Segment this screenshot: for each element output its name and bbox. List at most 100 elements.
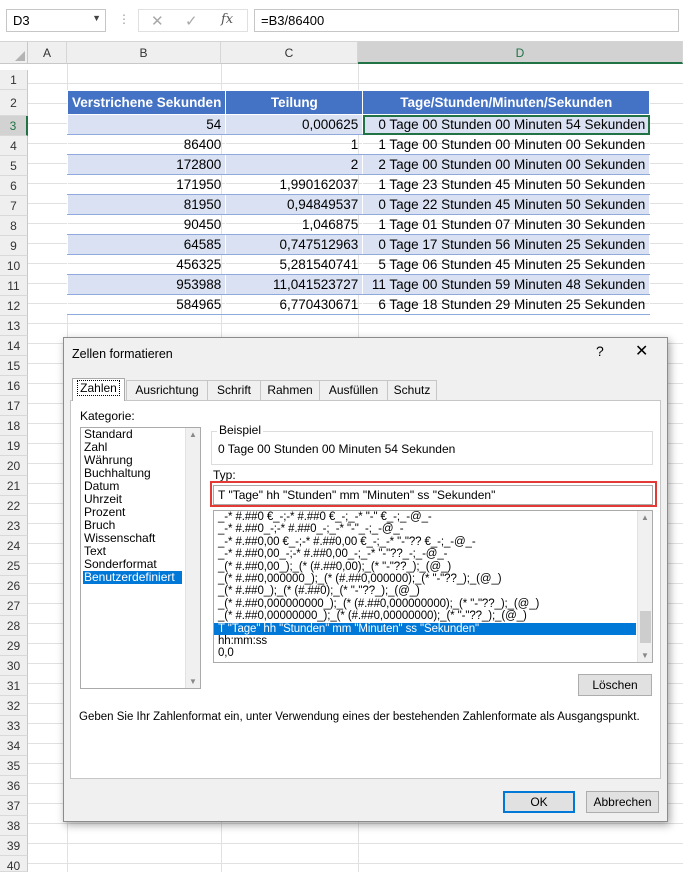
cell-division[interactable]: 0,747512963 xyxy=(225,234,364,255)
cell-duration[interactable]: 11 Tage 00 Stunden 59 Minuten 48 Sekunde… xyxy=(362,274,651,295)
cell-division[interactable]: 0,000625 xyxy=(225,114,364,135)
row-header-18[interactable]: 18 xyxy=(0,416,28,436)
row-header-24[interactable]: 24 xyxy=(0,536,28,556)
header-division[interactable]: Teilung xyxy=(225,90,364,115)
row-header-16[interactable]: 16 xyxy=(0,376,28,396)
row-header-11[interactable]: 11 xyxy=(0,276,28,296)
row-header-12[interactable]: 12 xyxy=(0,296,28,316)
tab-rahmen[interactable]: Rahmen xyxy=(260,380,320,400)
cell-seconds[interactable]: 456325 xyxy=(66,254,227,275)
row-header-19[interactable]: 19 xyxy=(0,436,28,456)
cell-duration[interactable]: 0 Tage 17 Stunden 56 Minuten 25 Sekunden xyxy=(362,234,651,255)
list-item[interactable]: _-* #.##0_-;-* #.##0_-;_-* "-"_-;_-@_- xyxy=(214,523,652,535)
name-box[interactable]: D3 ▼ xyxy=(6,9,106,32)
tab-ausrichtung[interactable]: Ausrichtung xyxy=(126,380,208,400)
cell-division[interactable]: 1 xyxy=(225,134,364,155)
list-item[interactable]: _(* #.##0,00_);_(* (#.##0,00);_(* "-"??_… xyxy=(214,561,652,573)
row-header-4[interactable]: 4 xyxy=(0,136,28,156)
tab-ausfuellen[interactable]: Ausfüllen xyxy=(319,380,388,400)
format-list[interactable]: _-* #.##0 €_-;-* #.##0 €_-;_-* "-" €_-;_… xyxy=(213,510,653,663)
header-seconds[interactable]: Verstrichene Sekunden xyxy=(66,90,227,115)
cell-duration[interactable]: 6 Tage 18 Stunden 29 Minuten 25 Sekunden xyxy=(362,294,651,315)
row-header-17[interactable]: 17 xyxy=(0,396,28,416)
chevron-up-icon[interactable]: ▲ xyxy=(641,513,649,522)
row-header-30[interactable]: 30 xyxy=(0,656,28,676)
list-item[interactable]: 0,0 xyxy=(214,647,652,659)
list-item-selected[interactable]: T "Tage" hh "Stunden" mm "Minuten" ss "S… xyxy=(214,622,636,635)
row-header-39[interactable]: 39 xyxy=(0,836,28,856)
row-header-20[interactable]: 20 xyxy=(0,456,28,476)
row-header-3[interactable]: 3 xyxy=(0,116,28,136)
column-header-c[interactable]: C xyxy=(221,42,358,64)
list-item[interactable]: _(* #.##0,000000_);_(* (#.##0,000000);_(… xyxy=(214,573,652,585)
tab-zahlen[interactable]: Zahlen xyxy=(72,378,125,401)
row-header-23[interactable]: 23 xyxy=(0,516,28,536)
cell-division[interactable]: 0,94849537 xyxy=(225,194,364,215)
cell-duration-active[interactable]: 0 Tage 00 Stunden 00 Minuten 54 Sekunden xyxy=(362,114,651,135)
row-header-34[interactable]: 34 xyxy=(0,736,28,756)
cell-seconds[interactable]: 86400 xyxy=(66,134,227,155)
row-header-29[interactable]: 29 xyxy=(0,636,28,656)
column-header-d[interactable]: D xyxy=(358,42,683,64)
row-header-38[interactable]: 38 xyxy=(0,816,28,836)
list-item[interactable]: _-* #.##0,00 €_-;-* #.##0,00 €_-;_-* "-"… xyxy=(214,536,652,548)
cell-seconds[interactable]: 90450 xyxy=(66,214,227,235)
list-item[interactable]: _-* #.##0,00_-;-* #.##0,00_-;_-* "-"??_-… xyxy=(214,548,652,560)
row-header-13[interactable]: 13 xyxy=(0,316,28,336)
cell-seconds[interactable]: 953988 xyxy=(66,274,227,295)
cell-division[interactable]: 6,770430671 xyxy=(225,294,364,315)
row-header-9[interactable]: 9 xyxy=(0,236,28,256)
cell-division[interactable]: 2 xyxy=(225,154,364,175)
format-scrollbar[interactable]: ▲ ▼ xyxy=(637,511,652,662)
list-item[interactable]: hh:mm:ss xyxy=(214,635,652,647)
delete-button[interactable]: Löschen xyxy=(578,674,652,696)
list-item[interactable]: _(* #.##0,00000000_);_(* (#.##0,00000000… xyxy=(214,610,652,622)
row-header-2[interactable]: 2 xyxy=(0,90,28,116)
row-header-28[interactable]: 28 xyxy=(0,616,28,636)
row-header-15[interactable]: 15 xyxy=(0,356,28,376)
select-all-corner[interactable] xyxy=(0,42,28,64)
cell-seconds[interactable]: 81950 xyxy=(66,194,227,215)
scrollbar-thumb[interactable] xyxy=(640,611,651,643)
row-header-37[interactable]: 37 xyxy=(0,796,28,816)
row-header-36[interactable]: 36 xyxy=(0,776,28,796)
row-header-33[interactable]: 33 xyxy=(0,716,28,736)
column-header-a[interactable]: A xyxy=(28,42,67,64)
cell-seconds[interactable]: 584965 xyxy=(66,294,227,315)
cell-seconds[interactable]: 171950 xyxy=(66,174,227,195)
close-icon[interactable]: ✕ xyxy=(635,341,648,361)
row-header-40[interactable]: 40 xyxy=(0,856,28,873)
cell-duration[interactable]: 0 Tage 22 Stunden 45 Minuten 50 Sekunden xyxy=(362,194,651,215)
list-item[interactable]: _-* #.##0 €_-;-* #.##0 €_-;_-* "-" €_-;_… xyxy=(214,511,652,523)
row-header-31[interactable]: 31 xyxy=(0,676,28,696)
row-header-35[interactable]: 35 xyxy=(0,756,28,776)
cell-division[interactable]: 1,046875 xyxy=(225,214,364,235)
row-header-25[interactable]: 25 xyxy=(0,556,28,576)
row-header-8[interactable]: 8 xyxy=(0,216,28,236)
row-header-10[interactable]: 10 xyxy=(0,256,28,276)
list-item[interactable]: _(* #.##0_);_(* (#.##0);_(* "-"??_);_(@_… xyxy=(214,585,652,597)
ok-button[interactable]: OK xyxy=(503,791,575,813)
header-duration[interactable]: Tage/Stunden/Minuten/Sekunden xyxy=(362,90,651,115)
row-header-27[interactable]: 27 xyxy=(0,596,28,616)
chevron-up-icon[interactable]: ▲ xyxy=(189,430,197,439)
function-icon[interactable]: fx xyxy=(221,12,233,27)
row-header-22[interactable]: 22 xyxy=(0,496,28,516)
cell-duration[interactable]: 1 Tage 01 Stunden 07 Minuten 30 Sekunden xyxy=(362,214,651,235)
row-header-26[interactable]: 26 xyxy=(0,576,28,596)
cell-duration[interactable]: 1 Tage 23 Stunden 45 Minuten 50 Sekunden xyxy=(362,174,651,195)
cell-division[interactable]: 5,281540741 xyxy=(225,254,364,275)
row-header-6[interactable]: 6 xyxy=(0,176,28,196)
cell-duration[interactable]: 5 Tage 06 Stunden 45 Minuten 25 Sekunden xyxy=(362,254,651,275)
tab-schutz[interactable]: Schutz xyxy=(387,380,437,400)
cancel-icon[interactable]: ✕ xyxy=(151,12,164,30)
help-icon[interactable]: ? xyxy=(596,343,604,359)
row-header-21[interactable]: 21 xyxy=(0,476,28,496)
row-header-5[interactable]: 5 xyxy=(0,156,28,176)
cell-duration[interactable]: 1 Tage 00 Stunden 00 Minuten 00 Sekunden xyxy=(362,134,651,155)
row-header-14[interactable]: 14 xyxy=(0,336,28,356)
cancel-button[interactable]: Abbrechen xyxy=(586,791,659,813)
row-header-1[interactable]: 1 xyxy=(0,70,28,90)
formula-input[interactable]: =B3/86400 xyxy=(254,9,679,32)
cell-seconds[interactable]: 172800 xyxy=(66,154,227,175)
